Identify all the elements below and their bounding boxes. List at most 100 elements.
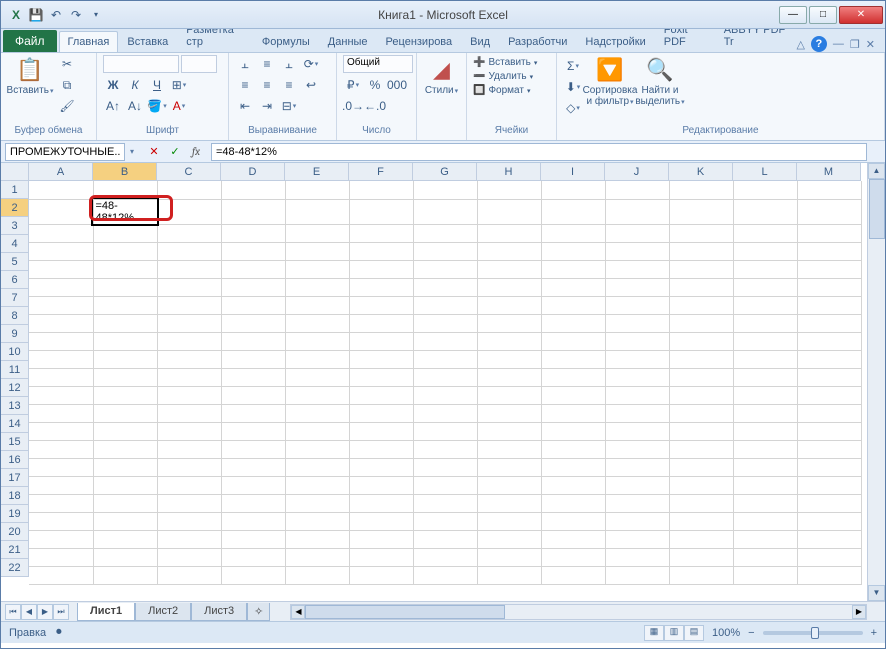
cell-C19[interactable] xyxy=(157,512,221,530)
col-header-C[interactable]: C xyxy=(157,163,221,181)
cell-J4[interactable] xyxy=(605,242,669,260)
col-header-K[interactable]: K xyxy=(669,163,733,181)
cell-J13[interactable] xyxy=(605,404,669,422)
name-box[interactable]: ПРОМЕЖУТОЧНЫЕ.... xyxy=(5,143,125,161)
cell-L4[interactable] xyxy=(733,242,797,260)
cut-icon[interactable]: ✂ xyxy=(57,55,77,73)
cell-H4[interactable] xyxy=(477,242,541,260)
row-header-2[interactable]: 2 xyxy=(1,199,29,217)
cell-H10[interactable] xyxy=(477,350,541,368)
cell-G16[interactable] xyxy=(413,458,477,476)
page-break-view-icon[interactable]: ▤ xyxy=(684,625,704,641)
cell-H12[interactable] xyxy=(477,386,541,404)
col-header-H[interactable]: H xyxy=(477,163,541,181)
cell-K10[interactable] xyxy=(669,350,733,368)
cell-F3[interactable] xyxy=(349,224,413,242)
cell-J16[interactable] xyxy=(605,458,669,476)
cell-G22[interactable] xyxy=(413,566,477,584)
cell-K14[interactable] xyxy=(669,422,733,440)
cell-H5[interactable] xyxy=(477,260,541,278)
cell-B22[interactable] xyxy=(93,566,157,584)
vscroll-thumb[interactable] xyxy=(869,179,885,239)
file-tab[interactable]: Файл xyxy=(3,30,57,52)
number-format-combo[interactable]: Общий xyxy=(343,55,413,73)
cell-F21[interactable] xyxy=(349,548,413,566)
cell-E6[interactable] xyxy=(285,278,349,296)
row-header-1[interactable]: 1 xyxy=(1,181,29,199)
cell-F11[interactable] xyxy=(349,368,413,386)
cell-I9[interactable] xyxy=(541,332,605,350)
name-box-dropdown-icon[interactable]: ▾ xyxy=(125,147,139,156)
accounting-format-icon[interactable]: ₽ xyxy=(343,76,363,94)
row-header-4[interactable]: 4 xyxy=(1,235,29,253)
underline-button[interactable]: Ч xyxy=(147,76,167,94)
cell-L14[interactable] xyxy=(733,422,797,440)
cell-B5[interactable] xyxy=(93,260,157,278)
col-header-M[interactable]: M xyxy=(797,163,861,181)
formula-input[interactable]: =48-48*12% xyxy=(211,143,867,161)
cell-I18[interactable] xyxy=(541,494,605,512)
cell-G8[interactable] xyxy=(413,314,477,332)
align-bottom-icon[interactable]: ⫠ xyxy=(279,55,299,73)
cell-M17[interactable] xyxy=(797,476,861,494)
col-header-B[interactable]: B xyxy=(93,163,157,181)
cell-J1[interactable] xyxy=(605,181,669,199)
cell-A12[interactable] xyxy=(29,386,93,404)
minimize-ribbon-icon[interactable]: △ xyxy=(796,38,804,51)
cell-I6[interactable] xyxy=(541,278,605,296)
cell-A21[interactable] xyxy=(29,548,93,566)
row-header-11[interactable]: 11 xyxy=(1,361,29,379)
new-sheet-icon[interactable]: ✧ xyxy=(247,603,270,621)
col-header-G[interactable]: G xyxy=(413,163,477,181)
zoom-level[interactable]: 100% xyxy=(712,627,740,639)
maximize-button[interactable]: □ xyxy=(809,6,837,24)
cell-C4[interactable] xyxy=(157,242,221,260)
cell-I15[interactable] xyxy=(541,440,605,458)
scroll-left-icon[interactable]: ◀ xyxy=(291,605,305,619)
cell-A18[interactable] xyxy=(29,494,93,512)
cell-J8[interactable] xyxy=(605,314,669,332)
cell-M20[interactable] xyxy=(797,530,861,548)
scroll-up-icon[interactable]: ▲ xyxy=(868,163,885,179)
save-icon[interactable]: 💾 xyxy=(27,6,45,24)
cell-D22[interactable] xyxy=(221,566,285,584)
cell-B4[interactable] xyxy=(93,242,157,260)
border-button[interactable]: ⊞ xyxy=(169,76,189,94)
cell-H6[interactable] xyxy=(477,278,541,296)
minimize-button[interactable]: — xyxy=(779,6,807,24)
row-header-7[interactable]: 7 xyxy=(1,289,29,307)
cell-L11[interactable] xyxy=(733,368,797,386)
format-painter-icon[interactable]: 🖌 xyxy=(57,97,77,115)
cell-K6[interactable] xyxy=(669,278,733,296)
cell-H3[interactable] xyxy=(477,224,541,242)
cell-K12[interactable] xyxy=(669,386,733,404)
cell-C11[interactable] xyxy=(157,368,221,386)
cell-J17[interactable] xyxy=(605,476,669,494)
sheet-tab-1[interactable]: Лист1 xyxy=(77,603,135,621)
cell-H22[interactable] xyxy=(477,566,541,584)
cell-B13[interactable] xyxy=(93,404,157,422)
cell-H13[interactable] xyxy=(477,404,541,422)
cell-K20[interactable] xyxy=(669,530,733,548)
cell-L18[interactable] xyxy=(733,494,797,512)
cell-G17[interactable] xyxy=(413,476,477,494)
cell-E22[interactable] xyxy=(285,566,349,584)
cell-I5[interactable] xyxy=(541,260,605,278)
cell-C17[interactable] xyxy=(157,476,221,494)
cell-M10[interactable] xyxy=(797,350,861,368)
cell-J20[interactable] xyxy=(605,530,669,548)
cell-E19[interactable] xyxy=(285,512,349,530)
cell-D7[interactable] xyxy=(221,296,285,314)
cell-K4[interactable] xyxy=(669,242,733,260)
cell-B7[interactable] xyxy=(93,296,157,314)
enter-formula-icon[interactable]: ✓ xyxy=(166,143,184,161)
cell-I7[interactable] xyxy=(541,296,605,314)
zoom-in-icon[interactable]: + xyxy=(871,627,877,639)
cell-F13[interactable] xyxy=(349,404,413,422)
bold-button[interactable]: Ж xyxy=(103,76,123,94)
cell-D12[interactable] xyxy=(221,386,285,404)
cell-A2[interactable] xyxy=(29,199,93,224)
cell-M12[interactable] xyxy=(797,386,861,404)
cell-G20[interactable] xyxy=(413,530,477,548)
cell-K21[interactable] xyxy=(669,548,733,566)
